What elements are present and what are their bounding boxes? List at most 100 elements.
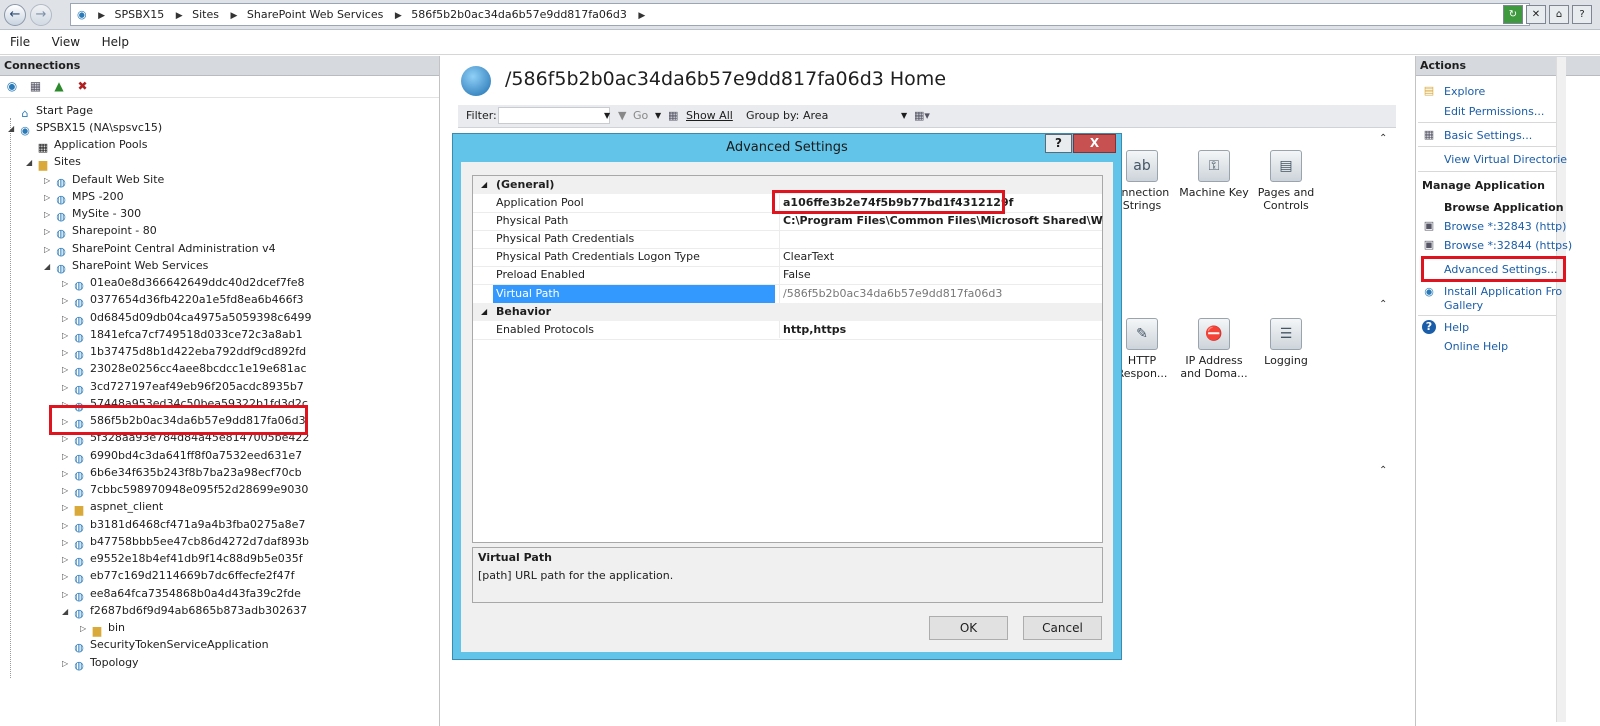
up-icon[interactable]: ▲ xyxy=(51,78,67,94)
property-row[interactable]: Physical Path Credentials Logon Type Cle… xyxy=(473,248,1102,266)
disconnect-icon[interactable]: ✖ xyxy=(75,78,91,94)
expander-icon[interactable]: ▷ xyxy=(62,292,72,309)
property-value-enabled-protocols[interactable]: http,https xyxy=(783,321,1103,339)
expander-icon[interactable]: ▷ xyxy=(62,448,72,465)
feature-logging[interactable]: ☰ Logging xyxy=(1250,318,1322,367)
expander-icon[interactable]: ◢ xyxy=(26,154,36,171)
property-row-selected[interactable]: Virtual Path /586f5b2b0ac34da6b57e9dd817… xyxy=(473,285,1102,303)
online-help-link[interactable]: Online Help xyxy=(1444,340,1508,353)
property-value[interactable]: False xyxy=(783,266,1103,284)
tree-node-site[interactable]: ▷ ◍ MySite - 300 xyxy=(44,205,141,223)
tree-node-folder[interactable]: ▷ ▆ aspnet_client xyxy=(62,498,163,516)
property-row[interactable]: Preload Enabled False xyxy=(473,266,1102,284)
tree-node-application-pools[interactable]: ▦ Application Pools xyxy=(26,136,148,154)
tree-node-server[interactable]: ◢ ◉ SPSBX15 (NA\spsvc15) xyxy=(8,119,162,137)
breadcrumb-server[interactable]: SPSBX15 xyxy=(109,4,165,25)
tree-node-site[interactable]: ▷ ◍ Default Web Site xyxy=(44,171,164,189)
tree-node-application[interactable]: ▷ ◍ 3cd727197eaf49eb96f205acdc8935b7 xyxy=(62,378,304,396)
explore-link[interactable]: Explore xyxy=(1444,85,1485,98)
cancel-button[interactable]: Cancel xyxy=(1023,616,1102,640)
expander-icon[interactable]: ▷ xyxy=(62,568,72,585)
tree-node-site[interactable]: ▷ ◍ SharePoint Central Administration v4 xyxy=(44,240,276,258)
expander-icon[interactable]: ▷ xyxy=(62,379,72,396)
tree-node-site[interactable]: ◢ ◍ SharePoint Web Services xyxy=(44,257,208,275)
install-gallery-link[interactable]: Install Application Fro xyxy=(1444,285,1562,298)
expander-icon[interactable]: ▷ xyxy=(44,172,54,189)
help-link[interactable]: Help xyxy=(1444,321,1469,334)
filter-input[interactable] xyxy=(498,107,610,124)
install-gallery-link-line2[interactable]: Gallery xyxy=(1444,299,1483,312)
collapse-chevron-icon[interactable]: ⌃ xyxy=(1379,465,1387,476)
basic-settings-link[interactable]: Basic Settings... xyxy=(1444,129,1532,142)
tree-node-sites[interactable]: ◢ ▆ Sites xyxy=(26,153,81,171)
menu-help[interactable]: Help xyxy=(92,31,137,49)
feature-pages-and-controls[interactable]: ▤ Pages and Controls xyxy=(1250,150,1322,212)
chevron-down-icon[interactable]: ▼ xyxy=(901,111,907,120)
tree-node-application[interactable]: ▷ ◍ 23028e0256cc4aee8bcdcc1e19e681ac xyxy=(62,360,307,378)
tree-node-application[interactable]: ◢ ◍ f2687bd6f9d94ab6865b873adb302637 xyxy=(62,602,307,620)
collapse-chevron-icon[interactable]: ⌃ xyxy=(1379,133,1387,144)
tree-node-application[interactable]: ▷ ◍ b47758bbb5ee47cb86d4272d7daf893b xyxy=(62,533,309,551)
browse-https-link[interactable]: Browse *:32844 (https) xyxy=(1444,239,1572,252)
expander-icon[interactable]: ▷ xyxy=(80,620,90,637)
expander-icon[interactable]: ◢ xyxy=(44,258,54,275)
menu-file[interactable]: File xyxy=(0,31,38,49)
category-behavior[interactable]: ◢ Behavior xyxy=(473,303,1102,321)
expander-icon[interactable]: ▷ xyxy=(62,310,72,327)
property-value-physical-path[interactable]: C:\Program Files\Common Files\Microsoft … xyxy=(783,212,1103,230)
expander-icon[interactable]: ▷ xyxy=(62,499,72,516)
expander-icon[interactable]: ▷ xyxy=(62,482,72,499)
filter-dropdown-icon[interactable]: ▼ xyxy=(604,111,610,120)
tree-node-application[interactable]: ▷ ◍ 0377654d36fb4220a1e5fd8ea6b466f3 xyxy=(62,291,304,309)
tree-node-application[interactable]: ◍ SecurityTokenServiceApplication xyxy=(62,636,268,654)
stop-icon[interactable]: ✕ xyxy=(1526,5,1546,24)
breadcrumb-application[interactable]: 586f5b2b0ac34da6b57e9dd817fa06d3 xyxy=(405,4,627,25)
expander-icon[interactable]: ▷ xyxy=(62,275,72,292)
tree-node-application[interactable]: ▷ ◍ 1b37475d8b1d422eba792ddf9cd892fd xyxy=(62,343,306,361)
edit-permissions-link[interactable]: Edit Permissions... xyxy=(1444,105,1544,118)
expander-icon[interactable]: ▷ xyxy=(62,551,72,568)
expander-icon[interactable]: ▷ xyxy=(44,189,54,206)
home-icon[interactable]: ⌂ xyxy=(1549,5,1569,24)
feature-machine-key[interactable]: ⚿ Machine Key xyxy=(1178,150,1250,199)
expander-icon[interactable]: ▷ xyxy=(62,586,72,603)
tree-node-application[interactable]: ▷ ◍ 1841efca7cf749518d033ce72c3a8ab1 xyxy=(62,326,303,344)
ok-button[interactable]: OK xyxy=(929,616,1008,640)
refresh-icon[interactable]: ↻ xyxy=(1503,5,1523,24)
help-icon[interactable]: ? xyxy=(1572,5,1592,24)
expander-icon[interactable]: ▷ xyxy=(62,344,72,361)
tree-node-application[interactable]: ▷ ◍ 7cbbc598970948e095f52d28699e9030 xyxy=(62,481,308,499)
expander-icon[interactable]: ▷ xyxy=(44,206,54,223)
tree-node-folder[interactable]: ▷ ▆ bin xyxy=(80,619,125,637)
tree-node-application[interactable]: ▷ ◍ Topology xyxy=(62,654,139,672)
collapse-chevron-icon[interactable]: ⌃ xyxy=(1379,299,1387,310)
expander-icon[interactable]: ▷ xyxy=(62,534,72,551)
collapse-icon[interactable]: ◢ xyxy=(481,303,487,321)
group-by-select[interactable]: Area xyxy=(803,109,828,122)
expander-icon[interactable]: ▷ xyxy=(62,327,72,344)
expander-icon[interactable]: ▷ xyxy=(62,361,72,378)
expander-icon[interactable]: ◢ xyxy=(62,603,72,620)
expander-icon[interactable]: ▷ xyxy=(62,655,72,672)
tree-node-application[interactable]: ▷ ◍ ee8a64fca7354868b0a4d43fa39c2fde xyxy=(62,585,301,603)
breadcrumb-sites[interactable]: Sites xyxy=(186,4,219,25)
property-row[interactable]: Physical Path C:\Program Files\Common Fi… xyxy=(473,212,1103,230)
expander-icon[interactable]: ▷ xyxy=(44,241,54,258)
tree-node-application[interactable]: ▷ ◍ b3181d6468cf471a9a4b3fba0275a8e7 xyxy=(62,516,305,534)
breadcrumb-site[interactable]: SharePoint Web Services xyxy=(241,4,383,25)
tree-node-application[interactable]: ▷ ◍ 6b6e34f635b243f8b7ba23a98ecf70cb xyxy=(62,464,302,482)
tree-node-start-page[interactable]: ⌂ Start Page xyxy=(8,102,94,120)
browse-http-link[interactable]: Browse *:32843 (http) xyxy=(1444,220,1566,233)
connect-icon[interactable]: ◉ xyxy=(4,78,20,94)
expander-icon[interactable]: ▷ xyxy=(62,465,72,482)
feature-ip-address[interactable]: ⛔ IP Address and Doma... xyxy=(1178,318,1250,380)
tree-node-application[interactable]: ▷ ◍ 01ea0e8d366642649ddc40d2dcef7fe8 xyxy=(62,274,305,292)
view-mode-icon[interactable]: ▦▾ xyxy=(914,109,930,122)
tree-node-site[interactable]: ▷ ◍ Sharepoint - 80 xyxy=(44,222,157,240)
property-value[interactable] xyxy=(783,230,1103,248)
property-value-virtual-path[interactable]: /586f5b2b0ac34da6b57e9dd817fa06d3 xyxy=(783,285,1103,303)
dialog-close-button[interactable]: X xyxy=(1073,134,1116,153)
property-value[interactable]: ClearText xyxy=(783,248,1103,266)
go-dropdown-icon[interactable]: ▼ xyxy=(655,111,661,120)
property-row[interactable]: Physical Path Credentials xyxy=(473,230,1102,248)
